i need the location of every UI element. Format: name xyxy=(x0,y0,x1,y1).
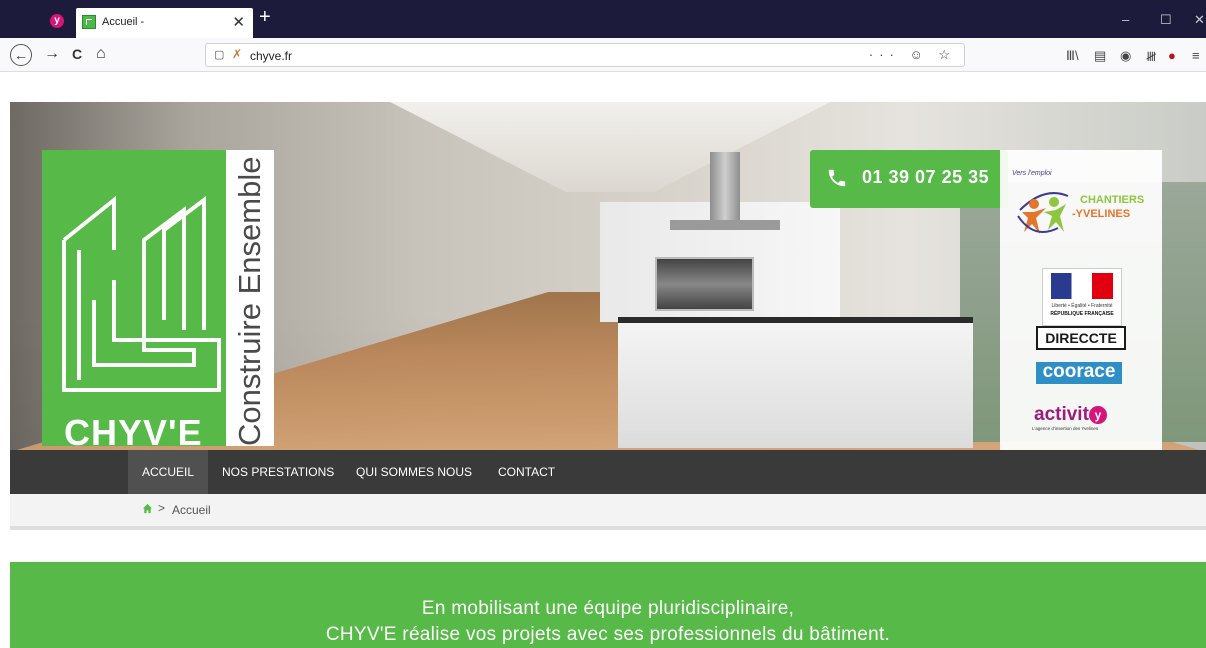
republique-name: RÉPUBLIQUE FRANÇAISE xyxy=(1050,311,1114,317)
coorace-logo: coorace xyxy=(1036,362,1122,384)
new-tab-icon[interactable]: + xyxy=(259,7,271,27)
tab-close-icon[interactable]: ✕ xyxy=(232,13,245,31)
phone-button[interactable]: 01 39 07 25 35 xyxy=(810,150,1008,208)
ublock-icon[interactable]: ● xyxy=(1168,48,1176,63)
window-close-icon[interactable]: ✕ xyxy=(1194,12,1205,28)
chyve-logo[interactable]: CHYV'E Construire Ensemble xyxy=(42,150,274,450)
minimize-icon[interactable]: – xyxy=(1122,12,1129,27)
direccte-logo: DIRECCTE xyxy=(1036,326,1126,350)
columns-icon[interactable]: 𝍸 xyxy=(1146,48,1157,70)
web-page: CHYV'E Construire Ensemble 01 39 07 25 3… xyxy=(10,72,1206,648)
intro-band: En mobilisant une équipe pluridisciplina… xyxy=(10,562,1206,648)
menu-item-contact[interactable]: CONTACT xyxy=(484,450,569,494)
browser-tab-strip: y Accueil - ✕ + – ☐ ✕ xyxy=(0,0,1206,38)
phone-icon xyxy=(828,169,846,187)
chantiers-figures-icon xyxy=(1017,192,1069,234)
menu-icon[interactable]: ≡ xyxy=(1192,48,1200,63)
insecure-lock-icon[interactable]: ✗ xyxy=(232,47,242,61)
library-icon[interactable]: Ⅲ\ xyxy=(1066,48,1079,64)
logo-mark-icon xyxy=(62,195,221,392)
main-menu: ACCUEIL NOS PRESTATIONS QUI SOMMES NOUS … xyxy=(10,450,1206,494)
activity-logo: activit y xyxy=(1034,404,1107,426)
chantiers-tagline: Vers l'emploi xyxy=(1012,170,1052,177)
breadcrumb: > Accueil xyxy=(10,494,1206,530)
chantiers-name-line1: CHANTIERS xyxy=(1080,194,1145,206)
menu-item-qui-sommes-nous[interactable]: QUI SOMMES NOUS xyxy=(342,450,486,494)
activity-y-icon: y xyxy=(1088,405,1107,424)
yahoo-app-icon[interactable]: y xyxy=(50,14,64,28)
hero-oven xyxy=(655,257,754,311)
maximize-icon[interactable]: ☐ xyxy=(1160,12,1172,28)
intro-line-2: CHYV'E réalise vos projets avec ses prof… xyxy=(325,624,891,645)
tab-title: Accueil - xyxy=(102,16,145,28)
home-icon[interactable] xyxy=(142,503,153,514)
browser-navigation-bar: ← → C ⌂ ▢ ✗ chyve.fr ··· ☺ ☆ Ⅲ\ ▤ ◉ 𝍸 ● … xyxy=(0,38,1206,72)
browser-tab-accueil[interactable]: Accueil - ✕ xyxy=(76,8,253,38)
activity-subtitle: L'agence d'insertion des Yvelines xyxy=(1032,426,1099,431)
marianne-flag-icon xyxy=(1051,273,1113,299)
republique-devise: Liberté • Égalité • Fraternité xyxy=(1051,303,1113,309)
menu-item-accueil[interactable]: ACCUEIL xyxy=(128,450,209,494)
partner-logos: Vers l'emploi CHANTIERS -YVELINES Libert… xyxy=(1000,150,1162,450)
hero-ceiling xyxy=(390,102,830,192)
account-icon[interactable]: ◉ xyxy=(1120,48,1131,64)
tracking-shield-icon[interactable]: ▢ xyxy=(214,48,224,61)
logo-name: CHYV'E xyxy=(64,412,203,450)
chyve-favicon-icon xyxy=(82,15,96,29)
reload-icon[interactable]: C xyxy=(72,44,82,64)
intro-line-1: En mobilisant une équipe pluridisciplina… xyxy=(421,598,795,619)
home-icon[interactable]: ⌂ xyxy=(96,44,106,64)
forward-arrow-icon[interactable]: → xyxy=(44,44,60,64)
republique-francaise-logo: Liberté • Égalité • Fraternité RÉPUBLIQU… xyxy=(1042,268,1122,326)
breadcrumb-current: Accueil xyxy=(172,503,211,517)
url-text[interactable]: chyve.fr xyxy=(250,49,292,63)
hero-hood xyxy=(710,152,740,222)
hero-island xyxy=(618,317,973,448)
chantiers-name-line2: -YVELINES xyxy=(1072,208,1131,220)
logo-tagline: Construire Ensemble xyxy=(232,156,267,446)
page-actions-icon[interactable]: ··· ☺ ☆ xyxy=(869,47,956,63)
back-arrow-icon[interactable]: ← xyxy=(10,44,32,66)
hero-hood-base xyxy=(670,220,780,230)
sidebar-icon[interactable]: ▤ xyxy=(1094,48,1106,64)
hero-banner: CHYV'E Construire Ensemble 01 39 07 25 3… xyxy=(10,102,1206,450)
activity-name: activit xyxy=(1034,404,1089,425)
menu-item-nos-prestations[interactable]: NOS PRESTATIONS xyxy=(208,450,348,494)
phone-number: 01 39 07 25 35 xyxy=(862,167,990,187)
breadcrumb-separator: > xyxy=(158,501,166,515)
logo-tagline-box: Construire Ensemble xyxy=(226,150,274,446)
address-bar[interactable]: ▢ ✗ chyve.fr ··· ☺ ☆ xyxy=(205,43,965,67)
